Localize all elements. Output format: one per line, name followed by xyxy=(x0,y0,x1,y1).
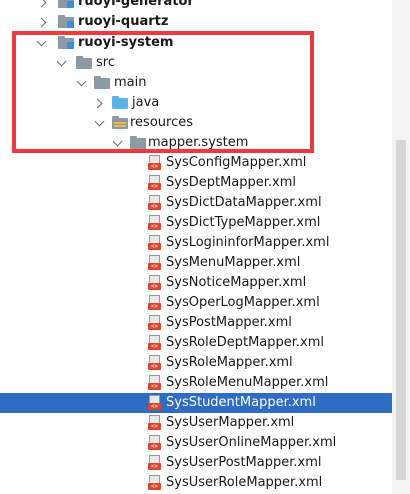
file-name: SysLogininforMapper.xml xyxy=(166,235,330,250)
tree-file-item[interactable]: <> SysDictDataMapper.xml xyxy=(0,193,392,213)
tree-node-label: main xyxy=(114,75,147,90)
file-name: SysUserOnlineMapper.xml xyxy=(166,435,337,450)
tree-node-main[interactable]: main xyxy=(0,73,392,93)
xml-file-icon: <> xyxy=(148,475,161,491)
tree-node-ruoyi-system[interactable]: ruoyi-system xyxy=(0,33,392,53)
file-name: SysRoleDeptMapper.xml xyxy=(166,335,325,350)
tree-file-item[interactable]: <> SysConfigMapper.xml xyxy=(0,153,392,173)
xml-file-icon: <> xyxy=(148,255,161,271)
file-name: SysMenuMapper.xml xyxy=(166,255,301,270)
xml-file-icon: <> xyxy=(148,415,161,431)
xml-file-icon: <> xyxy=(148,155,161,171)
tree-file-item[interactable]: <> SysPostMapper.xml xyxy=(0,313,392,333)
tree-node-resources[interactable]: resources xyxy=(0,113,392,133)
file-name: SysPostMapper.xml xyxy=(166,315,292,330)
tree-node-label: ruoyi-generator xyxy=(78,0,194,9)
file-name: SysUserMapper.xml xyxy=(166,415,295,430)
vertical-scrollbar[interactable] xyxy=(392,0,410,494)
xml-file-icon: <> xyxy=(148,215,161,231)
file-name: SysStudentMapper.xml xyxy=(166,395,316,410)
file-name: SysDeptMapper.xml xyxy=(166,175,297,190)
tree-file-item[interactable]: <> SysUserRoleMapper.xml xyxy=(0,473,392,493)
tree-file-item[interactable]: <> SysUserPostMapper.xml xyxy=(0,453,392,473)
xml-file-icon: <> xyxy=(148,275,161,291)
file-name: SysUserRoleMapper.xml xyxy=(166,475,323,490)
module-folder-icon xyxy=(58,15,74,28)
file-name: SysRoleMenuMapper.xml xyxy=(166,375,329,390)
chevron-down-icon[interactable] xyxy=(94,116,105,127)
tree-file-item[interactable]: <> SysUserOnlineMapper.xml xyxy=(0,433,392,453)
tree-node-label: ruoyi-quartz xyxy=(78,14,169,29)
file-name: SysOperLogMapper.xml xyxy=(166,295,320,310)
tree-file-item[interactable]: <> SysDictTypeMapper.xml xyxy=(0,213,392,233)
project-tree[interactable]: ruoyi-generator ruoyi-quartz ruoyi-syste… xyxy=(0,0,392,494)
tree-file-item[interactable]: <> SysDeptMapper.xml xyxy=(0,173,392,193)
tree-node-ruoyi-quartz[interactable]: ruoyi-quartz xyxy=(0,12,392,32)
xml-file-icon: <> xyxy=(148,175,161,191)
tree-file-item[interactable]: <> SysRoleMapper.xml xyxy=(0,353,392,373)
scrollbar-thumb[interactable] xyxy=(396,140,406,480)
tree-file-item[interactable]: <> SysRoleMenuMapper.xml xyxy=(0,373,392,393)
tree-file-item[interactable]: <> SysUserMapper.xml xyxy=(0,413,392,433)
chevron-down-icon[interactable] xyxy=(36,36,47,47)
package-folder-icon xyxy=(130,136,146,149)
xml-file-icon: <> xyxy=(148,195,161,211)
tree-node-label: java xyxy=(132,95,160,110)
chevron-right-icon[interactable] xyxy=(92,98,103,109)
chevron-down-icon[interactable] xyxy=(112,136,123,147)
file-name: SysDictDataMapper.xml xyxy=(166,195,322,210)
tree-file-item[interactable]: <> SysMenuMapper.xml xyxy=(0,253,392,273)
file-name: SysNoticeMapper.xml xyxy=(166,275,307,290)
tree-file-item[interactable]: <> SysRoleDeptMapper.xml xyxy=(0,333,392,353)
file-name: SysDictTypeMapper.xml xyxy=(166,215,321,230)
xml-file-icon: <> xyxy=(148,315,161,331)
resources-folder-icon xyxy=(112,116,128,129)
xml-file-icon: <> xyxy=(148,435,161,451)
module-folder-icon xyxy=(58,36,74,49)
folder-icon xyxy=(76,56,92,69)
xml-file-icon: <> xyxy=(148,395,161,411)
file-name: SysUserPostMapper.xml xyxy=(166,455,322,470)
module-folder-icon xyxy=(58,0,74,8)
chevron-right-icon[interactable] xyxy=(36,0,47,8)
tree-file-item[interactable]: <> SysOperLogMapper.xml xyxy=(0,293,392,313)
tree-node-label: ruoyi-system xyxy=(78,35,174,50)
tree-node-label: resources xyxy=(130,115,194,130)
tree-node-src[interactable]: src xyxy=(0,53,392,73)
source-folder-icon xyxy=(112,96,128,109)
xml-file-icon: <> xyxy=(148,355,161,371)
xml-file-icon: <> xyxy=(148,295,161,311)
chevron-right-icon[interactable] xyxy=(36,17,47,28)
tree-file-item[interactable]: <> SysNoticeMapper.xml xyxy=(0,273,392,293)
file-name: SysRoleMapper.xml xyxy=(166,355,293,370)
tree-file-item[interactable]: <> SysLogininforMapper.xml xyxy=(0,233,392,253)
xml-file-icon: <> xyxy=(148,375,161,391)
tree-node-label: src xyxy=(96,55,115,70)
chevron-down-icon[interactable] xyxy=(56,56,67,67)
file-name: SysConfigMapper.xml xyxy=(166,155,307,170)
tree-file-item-selected[interactable]: <> SysStudentMapper.xml xyxy=(0,393,392,413)
chevron-down-icon[interactable] xyxy=(76,76,87,87)
xml-file-icon: <> xyxy=(148,335,161,351)
xml-file-icon: <> xyxy=(148,235,161,251)
xml-file-icon: <> xyxy=(148,455,161,471)
folder-icon xyxy=(94,76,110,89)
tree-node-label: mapper.system xyxy=(148,135,249,150)
tree-node-ruoyi-generator[interactable]: ruoyi-generator xyxy=(0,0,392,12)
tree-node-mapper-system[interactable]: mapper.system xyxy=(0,133,392,153)
tree-node-java[interactable]: java xyxy=(0,93,392,113)
